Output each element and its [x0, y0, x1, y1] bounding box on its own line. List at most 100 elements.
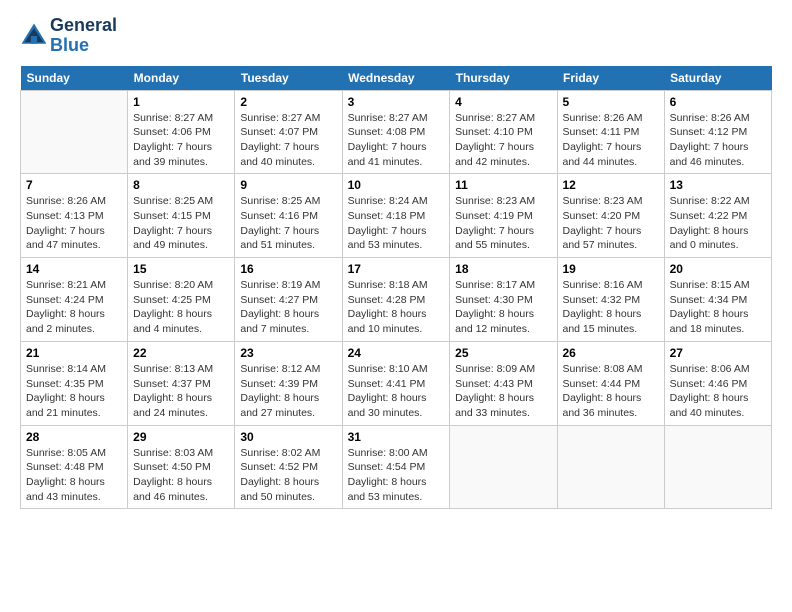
- day-detail: Sunrise: 8:26 AMSunset: 4:12 PMDaylight:…: [670, 111, 766, 170]
- calendar-cell: 18 Sunrise: 8:17 AMSunset: 4:30 PMDayligh…: [450, 258, 557, 342]
- day-detail: Sunrise: 8:14 AMSunset: 4:35 PMDaylight:…: [26, 362, 122, 421]
- day-detail: Sunrise: 8:16 AMSunset: 4:32 PMDaylight:…: [563, 278, 659, 337]
- day-detail: Sunrise: 8:05 AMSunset: 4:48 PMDaylight:…: [26, 446, 122, 505]
- logo: General Blue: [20, 16, 117, 56]
- calendar-cell: 9 Sunrise: 8:25 AMSunset: 4:16 PMDaylight…: [235, 174, 342, 258]
- calendar-cell: 15 Sunrise: 8:20 AMSunset: 4:25 PMDayligh…: [128, 258, 235, 342]
- day-number: 4: [455, 95, 551, 109]
- day-number: 8: [133, 178, 229, 192]
- day-number: 27: [670, 346, 766, 360]
- calendar-cell: 12Sunrise: 8:23 AMSunset: 4:20 PMDayligh…: [557, 174, 664, 258]
- day-number: 16: [240, 262, 336, 276]
- calendar-cell: 26Sunrise: 8:08 AMSunset: 4:44 PMDayligh…: [557, 341, 664, 425]
- day-number: 1: [133, 95, 229, 109]
- day-number: 19: [563, 262, 659, 276]
- calendar-week-3: 14Sunrise: 8:21 AMSunset: 4:24 PMDayligh…: [21, 258, 772, 342]
- calendar-cell: 13Sunrise: 8:22 AMSunset: 4:22 PMDayligh…: [664, 174, 771, 258]
- day-number: 20: [670, 262, 766, 276]
- calendar-cell: 27 Sunrise: 8:06 AMSunset: 4:46 PMDayligh…: [664, 341, 771, 425]
- day-detail: Sunrise: 8:02 AMSunset: 4:52 PMDaylight:…: [240, 446, 336, 505]
- day-detail: Sunrise: 8:17 AMSunset: 4:30 PMDaylight:…: [455, 278, 551, 337]
- weekday-header-monday: Monday: [128, 66, 235, 91]
- calendar-cell: 29 Sunrise: 8:03 AMSunset: 4:50 PMDayligh…: [128, 425, 235, 509]
- calendar-cell: 1 Sunrise: 8:27 AMSunset: 4:06 PMDaylight…: [128, 90, 235, 174]
- day-detail: Sunrise: 8:26 AMSunset: 4:13 PMDaylight:…: [26, 194, 122, 253]
- day-detail: Sunrise: 8:08 AMSunset: 4:44 PMDaylight:…: [563, 362, 659, 421]
- calendar-cell: 31 Sunrise: 8:00 AMSunset: 4:54 PMDayligh…: [342, 425, 450, 509]
- calendar-cell: 14Sunrise: 8:21 AMSunset: 4:24 PMDayligh…: [21, 258, 128, 342]
- day-detail: Sunrise: 8:10 AMSunset: 4:41 PMDaylight:…: [348, 362, 445, 421]
- day-number: 6: [670, 95, 766, 109]
- day-detail: Sunrise: 8:27 AMSunset: 4:07 PMDaylight:…: [240, 111, 336, 170]
- day-number: 25: [455, 346, 551, 360]
- weekday-header-wednesday: Wednesday: [342, 66, 450, 91]
- calendar-cell: 16 Sunrise: 8:19 AMSunset: 4:27 PMDayligh…: [235, 258, 342, 342]
- calendar-cell: 19 Sunrise: 8:16 AMSunset: 4:32 PMDayligh…: [557, 258, 664, 342]
- weekday-header-thursday: Thursday: [450, 66, 557, 91]
- weekday-header-friday: Friday: [557, 66, 664, 91]
- logo-icon: [20, 22, 48, 50]
- day-detail: Sunrise: 8:03 AMSunset: 4:50 PMDaylight:…: [133, 446, 229, 505]
- day-number: 21: [26, 346, 122, 360]
- calendar-cell: 23 Sunrise: 8:12 AMSunset: 4:39 PMDayligh…: [235, 341, 342, 425]
- day-number: 29: [133, 430, 229, 444]
- day-number: 9: [240, 178, 336, 192]
- page: General Blue SundayMondayTuesdayWednesda…: [0, 0, 792, 612]
- day-number: 31: [348, 430, 445, 444]
- day-number: 13: [670, 178, 766, 192]
- calendar-cell: 8 Sunrise: 8:25 AMSunset: 4:15 PMDaylight…: [128, 174, 235, 258]
- calendar-cell: 11Sunrise: 8:23 AMSunset: 4:19 PMDayligh…: [450, 174, 557, 258]
- day-detail: Sunrise: 8:12 AMSunset: 4:39 PMDaylight:…: [240, 362, 336, 421]
- day-detail: Sunrise: 8:23 AMSunset: 4:19 PMDaylight:…: [455, 194, 551, 253]
- calendar-cell: [557, 425, 664, 509]
- day-detail: Sunrise: 8:20 AMSunset: 4:25 PMDaylight:…: [133, 278, 229, 337]
- calendar-cell: [450, 425, 557, 509]
- calendar-cell: 6 Sunrise: 8:26 AMSunset: 4:12 PMDaylight…: [664, 90, 771, 174]
- header: General Blue: [20, 16, 772, 56]
- day-number: 5: [563, 95, 659, 109]
- day-detail: Sunrise: 8:25 AMSunset: 4:15 PMDaylight:…: [133, 194, 229, 253]
- calendar-cell: 25 Sunrise: 8:09 AMSunset: 4:43 PMDayligh…: [450, 341, 557, 425]
- calendar-cell: 24 Sunrise: 8:10 AMSunset: 4:41 PMDayligh…: [342, 341, 450, 425]
- calendar-cell: 30 Sunrise: 8:02 AMSunset: 4:52 PMDayligh…: [235, 425, 342, 509]
- weekday-header-tuesday: Tuesday: [235, 66, 342, 91]
- day-detail: Sunrise: 8:13 AMSunset: 4:37 PMDaylight:…: [133, 362, 229, 421]
- calendar-week-5: 28 Sunrise: 8:05 AMSunset: 4:48 PMDayligh…: [21, 425, 772, 509]
- day-detail: Sunrise: 8:18 AMSunset: 4:28 PMDaylight:…: [348, 278, 445, 337]
- calendar-cell: [21, 90, 128, 174]
- day-detail: Sunrise: 8:00 AMSunset: 4:54 PMDaylight:…: [348, 446, 445, 505]
- day-number: 15: [133, 262, 229, 276]
- day-number: 30: [240, 430, 336, 444]
- day-detail: Sunrise: 8:15 AMSunset: 4:34 PMDaylight:…: [670, 278, 766, 337]
- calendar-cell: 3Sunrise: 8:27 AMSunset: 4:08 PMDaylight…: [342, 90, 450, 174]
- day-detail: Sunrise: 8:27 AMSunset: 4:10 PMDaylight:…: [455, 111, 551, 170]
- day-number: 17: [348, 262, 445, 276]
- day-number: 28: [26, 430, 122, 444]
- weekday-header-saturday: Saturday: [664, 66, 771, 91]
- day-detail: Sunrise: 8:26 AMSunset: 4:11 PMDaylight:…: [563, 111, 659, 170]
- calendar-week-4: 21 Sunrise: 8:14 AMSunset: 4:35 PMDayligh…: [21, 341, 772, 425]
- day-number: 24: [348, 346, 445, 360]
- day-number: 2: [240, 95, 336, 109]
- calendar-cell: 2 Sunrise: 8:27 AMSunset: 4:07 PMDaylight…: [235, 90, 342, 174]
- calendar-week-2: 7Sunrise: 8:26 AMSunset: 4:13 PMDaylight…: [21, 174, 772, 258]
- calendar-cell: 17 Sunrise: 8:18 AMSunset: 4:28 PMDayligh…: [342, 258, 450, 342]
- day-number: 12: [563, 178, 659, 192]
- day-detail: Sunrise: 8:09 AMSunset: 4:43 PMDaylight:…: [455, 362, 551, 421]
- day-number: 18: [455, 262, 551, 276]
- day-detail: Sunrise: 8:27 AMSunset: 4:06 PMDaylight:…: [133, 111, 229, 170]
- calendar-week-1: 1 Sunrise: 8:27 AMSunset: 4:06 PMDaylight…: [21, 90, 772, 174]
- calendar-table: SundayMondayTuesdayWednesdayThursdayFrid…: [20, 66, 772, 510]
- calendar-cell: 20 Sunrise: 8:15 AMSunset: 4:34 PMDayligh…: [664, 258, 771, 342]
- day-detail: Sunrise: 8:25 AMSunset: 4:16 PMDaylight:…: [240, 194, 336, 253]
- calendar-cell: 28 Sunrise: 8:05 AMSunset: 4:48 PMDayligh…: [21, 425, 128, 509]
- weekday-header-sunday: Sunday: [21, 66, 128, 91]
- day-detail: Sunrise: 8:06 AMSunset: 4:46 PMDaylight:…: [670, 362, 766, 421]
- day-detail: Sunrise: 8:24 AMSunset: 4:18 PMDaylight:…: [348, 194, 445, 253]
- calendar-cell: [664, 425, 771, 509]
- calendar-cell: 22 Sunrise: 8:13 AMSunset: 4:37 PMDayligh…: [128, 341, 235, 425]
- day-number: 10: [348, 178, 445, 192]
- day-detail: Sunrise: 8:19 AMSunset: 4:27 PMDaylight:…: [240, 278, 336, 337]
- day-number: 23: [240, 346, 336, 360]
- day-number: 22: [133, 346, 229, 360]
